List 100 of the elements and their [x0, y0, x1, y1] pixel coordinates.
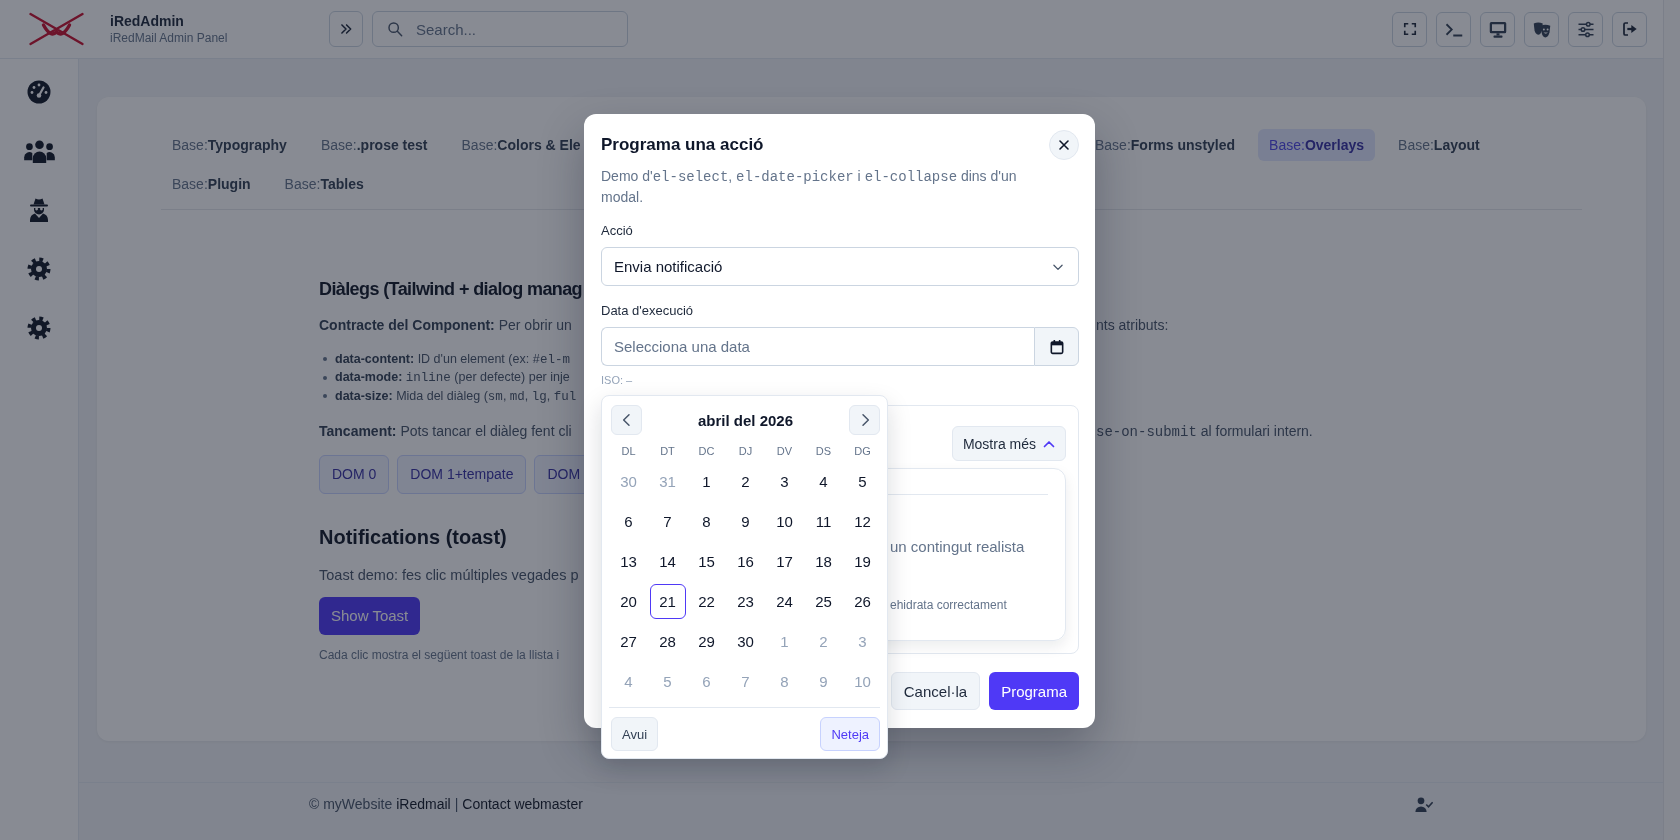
terminal-button[interactable]: [1436, 11, 1471, 47]
section-heading: Diàlegs (Tailwind + dialog manag: [319, 278, 583, 301]
calendar-day[interactable]: 4: [805, 463, 842, 499]
calendar-day[interactable]: 28: [649, 623, 686, 659]
month-title: abril del 2026: [697, 411, 794, 429]
calendar-icon: [1048, 338, 1065, 355]
next-month-button[interactable]: [849, 405, 880, 435]
open-dialog-button[interactable]: DOM 0: [319, 454, 390, 494]
calendar-day[interactable]: 13: [610, 543, 647, 579]
calendar-day[interactable]: 5: [844, 463, 881, 499]
weekday-label: DG: [854, 445, 871, 457]
calendar-day[interactable]: 20: [610, 583, 647, 619]
copyright-text: © myWebsite: [309, 796, 393, 812]
fullscreen-button[interactable]: [1392, 11, 1427, 47]
attribute-text: data-size: Mida del diàleg (sm, md, lg, ful: [335, 388, 577, 404]
theater-masks-icon: [1532, 20, 1551, 38]
double-chevron-right-icon: [339, 22, 353, 36]
tab[interactable]: Base:.prose test: [309, 129, 439, 161]
today-button[interactable]: Avui: [611, 717, 659, 751]
app-title: iRedAdmin: [110, 12, 184, 30]
weekday-label: DC: [698, 445, 715, 457]
action-select[interactable]: Envia notificació: [601, 247, 1079, 286]
content-text: un contingut realista: [890, 537, 1025, 557]
calendar-day[interactable]: 14: [649, 543, 686, 579]
calendar-day[interactable]: 21: [649, 583, 686, 619]
calendar-day[interactable]: 6: [610, 503, 647, 539]
calendar-day[interactable]: 16: [727, 543, 764, 579]
weekday-label: DT: [660, 445, 675, 457]
open-dialog-button[interactable]: DOM 1+tempate: [397, 454, 527, 494]
weekday-label: DL: [621, 445, 636, 457]
clear-button[interactable]: Neteja: [820, 717, 880, 751]
cancel-button[interactable]: Cancel·la: [890, 672, 981, 710]
closing-text: se-on-submit al formulari intern.: [1096, 421, 1313, 442]
app-subtitle: iRedMail Admin Panel: [110, 30, 228, 46]
weekday-label: DJ: [738, 445, 753, 457]
expand-corners-icon: [1402, 22, 1417, 36]
bullet-icon: [323, 375, 327, 380]
calendar-day[interactable]: 8: [688, 503, 725, 539]
contract-text: Contracte del Component: Per obrir un: [319, 316, 572, 335]
logo-icon: [28, 12, 85, 46]
settings-icon: [27, 316, 51, 340]
gauge-icon: [27, 80, 51, 104]
content-note: ehidrata correctament: [890, 597, 1007, 613]
calendar-day[interactable]: 1: [688, 463, 725, 499]
schedule-button[interactable]: Programa: [989, 672, 1079, 710]
attribute-text: data-mode: inline (per defecte) per inje: [335, 370, 570, 386]
calendar-day[interactable]: 24: [766, 583, 803, 619]
calendar-day[interactable]: 17: [766, 543, 803, 579]
monitor-button[interactable]: [1480, 11, 1515, 47]
calendar-day[interactable]: 15: [688, 543, 725, 579]
calendar-day[interactable]: 12: [844, 503, 881, 539]
calendar-day[interactable]: 7: [649, 503, 686, 539]
tab[interactable]: Base:Tables: [273, 168, 375, 200]
search-icon: [387, 21, 403, 37]
calendar-day[interactable]: 11: [805, 503, 842, 539]
sliders-button[interactable]: [1568, 11, 1603, 47]
date-input[interactable]: Selecciona una data: [601, 327, 1034, 366]
tab[interactable]: Base:Colors & Ele: [450, 129, 592, 161]
tab[interactable]: Base:Forms unstyled: [1084, 129, 1247, 161]
calendar-day[interactable]: 23: [727, 583, 764, 619]
calendar-day[interactable]: 26: [844, 583, 881, 619]
show-more-button[interactable]: Mostra més: [951, 426, 1066, 461]
monitor-icon: [1488, 20, 1507, 38]
calendar-day[interactable]: 9: [727, 503, 764, 539]
dialog-description: Demo d'el-select, el-date-picker i el-collapse dins d'un modal.: [601, 167, 1018, 207]
close-icon: [1058, 139, 1070, 151]
user-check-icon[interactable]: [1415, 795, 1433, 813]
attribute-text: data-content: ID d'un element (ex: #el-m: [335, 351, 571, 367]
weekday-label: DV: [776, 445, 793, 457]
sign-out-icon: [1621, 21, 1638, 37]
field-label: Acció: [601, 223, 633, 239]
tab[interactable]: Base:Typography: [161, 129, 298, 161]
previous-month-button[interactable]: [611, 405, 642, 435]
weekday-label: DS: [815, 445, 832, 457]
calendar-day[interactable]: 22: [688, 583, 725, 619]
footer-link[interactable]: Contact webmaster: [462, 796, 583, 812]
contract-text: nts atributs:: [1096, 316, 1169, 335]
calendar-button[interactable]: [1034, 327, 1079, 366]
expand-sidebar-button[interactable]: [329, 11, 363, 47]
tab[interactable]: Base:Plugin: [161, 168, 262, 200]
tab[interactable]: Base:Layout: [1387, 129, 1491, 161]
calendar-day[interactable]: 27: [610, 623, 647, 659]
footer-link[interactable]: iRedmail: [396, 796, 451, 812]
spy-user-icon: [27, 198, 51, 222]
calendar-day[interactable]: 19: [844, 543, 881, 579]
close-button[interactable]: [1049, 130, 1079, 160]
calendar-day[interactable]: 3: [766, 463, 803, 499]
calendar-day[interactable]: 2: [727, 463, 764, 499]
calendar-day[interactable]: 30: [727, 623, 764, 659]
search-field[interactable]: Search...: [372, 11, 628, 47]
separator-text: |: [454, 796, 459, 812]
bullet-icon: [323, 357, 327, 362]
masks-button[interactable]: [1524, 11, 1559, 47]
section-heading: Notifications (toast): [319, 524, 507, 550]
calendar-day[interactable]: 10: [766, 503, 803, 539]
calendar-day[interactable]: 25: [805, 583, 842, 619]
calendar-day[interactable]: 29: [688, 623, 725, 659]
sign-out-button[interactable]: [1612, 11, 1647, 47]
calendar-day[interactable]: 18: [805, 543, 842, 579]
dialog-title: Programa una acció: [601, 135, 764, 155]
